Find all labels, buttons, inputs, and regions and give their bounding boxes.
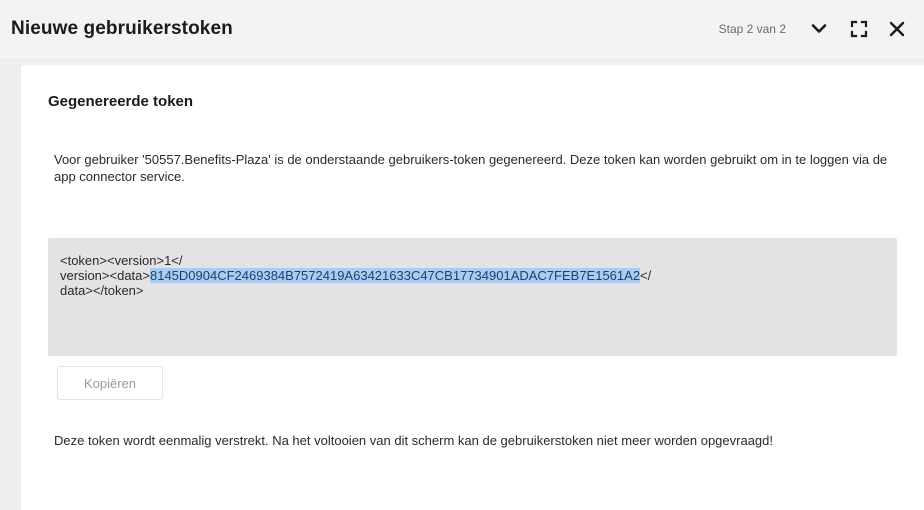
token-line-2-start: version><data> xyxy=(60,268,150,283)
token-value[interactable]: 8145D0904CF2469384B7572419A63421633C47CB… xyxy=(149,268,641,283)
token-text[interactable]: <token><version>1</ version><data>8145D0… xyxy=(60,253,850,298)
intro-text: Voor gebruiker '50557.Benefits-Plaza' is… xyxy=(54,152,888,184)
fullscreen-icon[interactable] xyxy=(842,12,876,46)
dialog-controls: Stap 2 van 2 xyxy=(719,12,914,46)
token-field[interactable]: <token><version>1</ version><data>8145D0… xyxy=(48,238,897,356)
step-indicator: Stap 2 van 2 xyxy=(718,22,786,36)
token-dialog: Nieuwe gebruikerstoken Stap 2 van 2 Gege… xyxy=(0,0,924,510)
token-line-3: data></token> xyxy=(60,283,144,298)
close-icon[interactable] xyxy=(880,12,914,46)
dialog-header: Nieuwe gebruikerstoken Stap 2 van 2 xyxy=(0,0,924,58)
token-line-1: <token><version>1</ xyxy=(60,253,183,268)
copy-button[interactable]: Kopiëren xyxy=(57,366,163,400)
chevron-down-icon[interactable] xyxy=(802,12,836,46)
footnote-text: Deze token wordt eenmalig verstrekt. Na … xyxy=(54,433,773,448)
section-title: Gegenereerde token xyxy=(48,93,194,110)
dialog-body: Gegenereerde token Voor gebruiker '50557… xyxy=(21,65,924,510)
token-suffix: </ xyxy=(640,268,652,283)
dialog-title: Nieuwe gebruikerstoken xyxy=(11,18,233,39)
